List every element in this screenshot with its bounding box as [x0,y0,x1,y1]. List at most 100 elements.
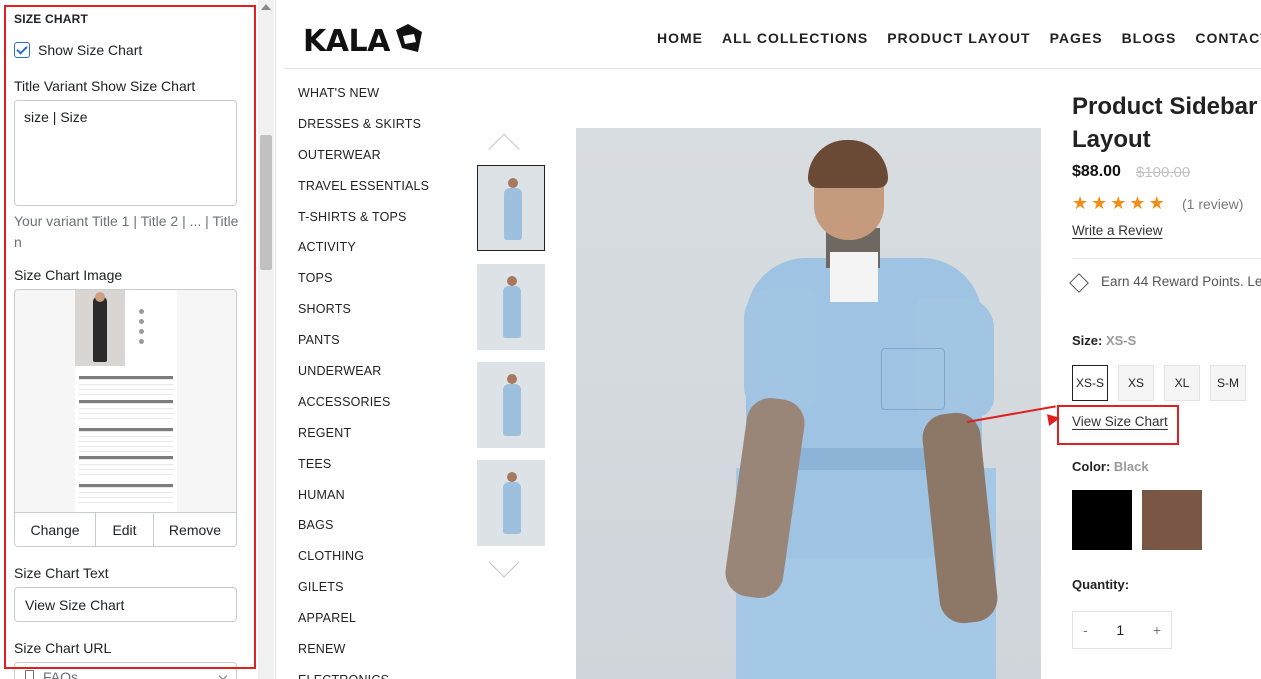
star-icon: ★ [1129,193,1146,214]
image-actions: Change Edit Remove [15,512,236,546]
nav-product-layout[interactable]: PRODUCT LAYOUT [887,30,1030,46]
quantity-value[interactable]: 1 [1116,622,1124,638]
category-item[interactable]: ACCESSORIES [298,392,429,423]
model-photo [75,290,125,366]
chart-table [79,428,173,458]
category-item[interactable]: DRESSES & SKIRTS [298,114,429,145]
star-icon: ★ [1072,193,1089,214]
size-chart-url-label: Size Chart URL [14,640,112,656]
product-price: $88.00 [1072,163,1121,180]
size-option[interactable]: XS [1118,365,1154,401]
category-item[interactable]: GILETS [298,577,429,608]
size-chart-url-select[interactable]: FAQs [14,662,237,679]
decrease-button[interactable]: - [1083,622,1088,638]
scrollbar-thumb[interactable] [260,135,272,270]
image-label: Size Chart Image [14,267,123,283]
title-variant-textarea[interactable]: size | Size [14,100,237,206]
store-logo[interactable]: KALA [303,24,390,59]
size-chart-text-label: Size Chart Text [14,565,109,581]
color-swatch-black[interactable] [1072,490,1132,550]
logo-badge-icon [396,24,422,52]
rating-stars: ★ ★ ★ ★ ★ [1072,193,1165,215]
section-title: SIZE CHART [14,12,88,26]
category-item[interactable]: OUTERWEAR [298,145,429,176]
scrollbar[interactable] [258,0,274,679]
category-item[interactable]: APPAREL [298,608,429,639]
size-label: Size: XS-S [1072,333,1137,348]
selected-color: Black [1113,459,1149,474]
chevron-up-icon[interactable] [488,133,520,165]
show-size-chart-label: Show Size Chart [38,42,143,58]
category-item[interactable]: CLOTHING [298,546,429,577]
star-icon: ★ [1148,193,1165,214]
write-review-link[interactable]: Write a Review [1072,223,1163,238]
main-nav: HOME ALL COLLECTIONS PRODUCT LAYOUT PAGE… [657,30,1261,46]
product-main-image[interactable] [576,128,1041,679]
chart-table [79,376,173,398]
measure-icons [139,304,171,354]
increase-button[interactable]: + [1153,622,1161,638]
nav-all-collections[interactable]: ALL COLLECTIONS [722,30,868,46]
product-title: Product Sidebar Layout [1072,93,1258,153]
thumbnail[interactable] [477,165,545,251]
chart-table [79,400,173,422]
category-item[interactable]: TOPS [298,268,429,299]
chevron-down-icon[interactable] [488,546,520,578]
category-item[interactable]: RENEW [298,639,429,670]
star-icon: ★ [1091,193,1108,214]
checkbox-icon[interactable] [14,42,30,58]
category-item[interactable]: SHORTS [298,299,429,330]
nav-contact-us[interactable]: CONTACT US [1195,30,1261,46]
diamond-icon [1069,273,1089,293]
category-item[interactable]: WHAT'S NEW [298,83,429,114]
edit-image-button[interactable]: Edit [96,513,154,546]
nav-blogs[interactable]: BLOGS [1122,30,1177,46]
thumbnail[interactable] [477,460,545,546]
category-sidebar: WHAT'S NEW DRESSES & SKIRTS OUTERWEAR TR… [298,83,429,679]
color-swatch-brown[interactable] [1142,490,1202,550]
change-image-button[interactable]: Change [15,513,96,546]
remove-image-button[interactable]: Remove [154,513,236,546]
size-option[interactable]: XL [1164,365,1200,401]
divider [1072,258,1261,259]
store-header: KALA HOME ALL COLLECTIONS PRODUCT LAYOUT… [283,8,1261,69]
size-option[interactable]: XS-S [1072,365,1108,401]
size-option[interactable]: S-M [1210,365,1246,401]
show-size-chart-toggle[interactable]: Show Size Chart [14,42,142,58]
category-item[interactable]: REGENT [298,423,429,454]
category-item[interactable]: PANTS [298,330,429,361]
scroll-up-arrow-icon[interactable] [261,4,271,10]
thumbnail[interactable] [477,264,545,350]
nav-pages[interactable]: PAGES [1050,30,1103,46]
review-count[interactable]: (1 review) [1182,196,1243,212]
quantity-label: Quantity: [1072,577,1130,592]
size-chart-text-input[interactable]: View Size Chart [14,587,237,622]
category-item[interactable]: ELECTRONICS [298,670,429,679]
title-variant-label: Title Variant Show Size Chart [14,78,196,94]
category-item[interactable]: TRAVEL ESSENTIALS [298,176,429,207]
category-item[interactable]: BAGS [298,515,429,546]
nav-home[interactable]: HOME [657,30,703,46]
chart-table [79,484,173,506]
color-label: Color: Black [1072,459,1149,474]
size-chart-image-picker: Change Edit Remove [14,289,237,547]
size-chart-image-preview [75,290,177,514]
category-item[interactable]: UNDERWEAR [298,361,429,392]
reward-points-text: Earn 44 Reward Points. Le [1101,274,1261,289]
compare-price: $100.00 [1136,164,1191,181]
title-variant-hint: Your variant Title 1 | Title 2 | ... | T… [14,213,239,250]
quantity-stepper: - 1 + [1072,611,1172,649]
category-item[interactable]: TEES [298,454,429,485]
size-options: XS-S XS XL S-M [1072,365,1246,401]
settings-panel: SIZE CHART Show Size Chart Title Variant… [0,0,276,679]
annotation-arrow-head [1047,412,1061,426]
star-icon: ★ [1110,193,1127,214]
chart-table [79,456,173,478]
chevron-down-icon [218,671,228,679]
category-item[interactable]: T-SHIRTS & TOPS [298,207,429,238]
category-item[interactable]: ACTIVITY [298,237,429,268]
highlight-box [1057,405,1179,445]
selected-size: XS-S [1105,333,1137,348]
thumbnail[interactable] [477,362,545,448]
category-item[interactable]: HUMAN [298,485,429,516]
